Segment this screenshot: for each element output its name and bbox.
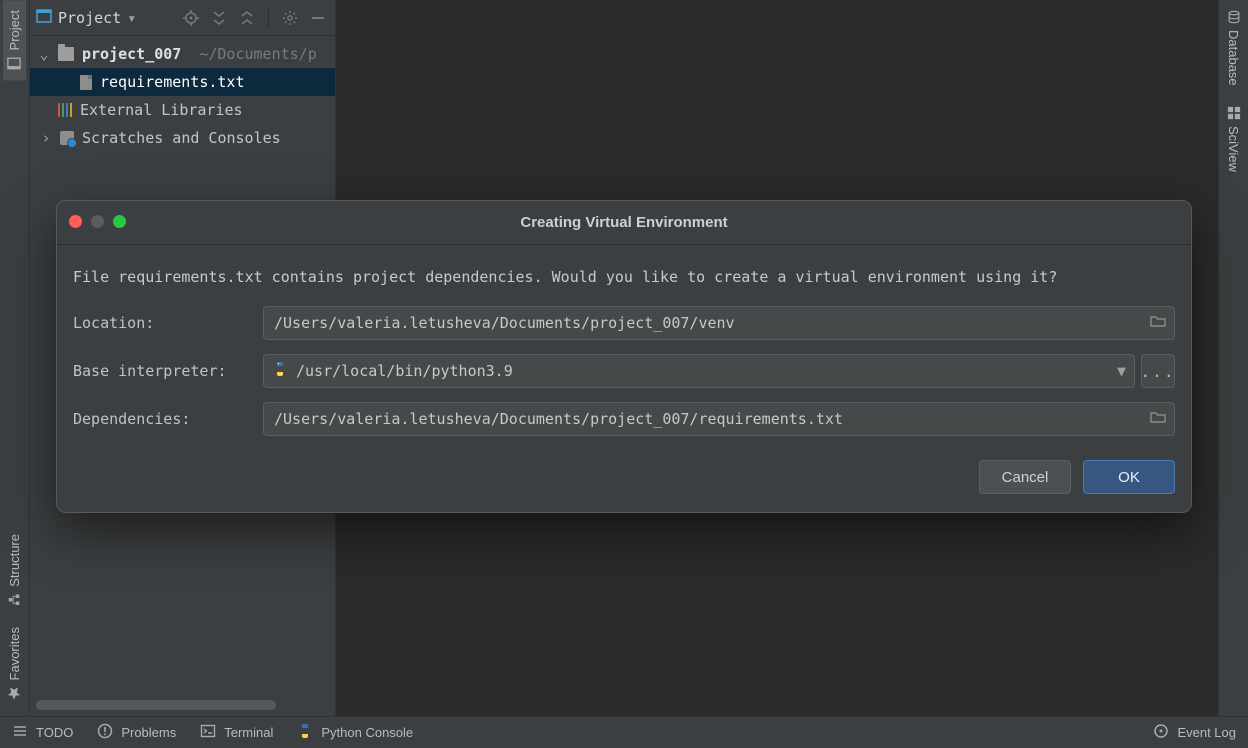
close-icon[interactable] [69,215,82,228]
dialog-body: File requirements.txt contains project d… [57,245,1191,512]
tree-external-libraries-label: External Libraries [80,101,243,119]
tool-tab-event-log-label: Event Log [1177,725,1236,740]
tool-tab-python-console[interactable]: Python Console [285,717,425,748]
tool-tab-python-console-label: Python Console [321,725,413,740]
input-dependencies[interactable]: /Users/valeria.letusheva/Documents/proje… [263,402,1175,436]
tool-tab-structure-placeholder [11,86,19,106]
tool-tab-structure-label: Structure [7,534,22,587]
dialog-create-venv: Creating Virtual Environment File requir… [56,200,1192,513]
tool-tab-favorites-label: Favorites [7,627,22,680]
scrollbar-thumb[interactable] [36,700,276,710]
input-location-value: /Users/valeria.letusheva/Documents/proje… [274,314,735,332]
cancel-button[interactable]: Cancel [979,460,1071,494]
tool-tab-sciview-label: SciView [1226,126,1241,172]
collapse-all-icon[interactable] [236,7,258,29]
tool-tab-terminal[interactable]: Terminal [188,717,285,748]
row-location: Location: /Users/valeria.letusheva/Docum… [73,306,1175,340]
dialog-title: Creating Virtual Environment [520,214,727,231]
terminal-icon [200,723,216,742]
libraries-icon [58,103,72,117]
combo-base-interpreter[interactable]: /usr/local/bin/python3.9 ▼ [263,354,1135,388]
file-icon [80,75,92,90]
tree-row-external-libraries[interactable]: External Libraries [30,96,335,124]
tool-tab-structure[interactable]: Structure [3,524,26,617]
label-dependencies: Dependencies: [73,410,263,428]
right-tool-strip: Database SciView [1218,0,1248,716]
python-icon [272,361,288,381]
structure-icon [8,593,22,607]
scratches-icon [60,131,74,145]
expand-all-icon[interactable] [208,7,230,29]
window-controls [69,215,126,228]
chevron-down-icon[interactable]: ⌄ [38,45,50,63]
sciview-icon [1227,106,1241,120]
dialog-buttons: Cancel OK [73,450,1175,494]
ok-button[interactable]: OK [1083,460,1175,494]
project-view-icon [36,8,52,28]
tool-tab-sciview[interactable]: SciView [1222,96,1245,182]
minimize-icon [91,215,104,228]
row-base-interpreter: Base interpreter: /usr/local/bin/python3… [73,354,1175,388]
more-interpreters-button[interactable]: ... [1141,354,1175,388]
tool-tab-terminal-label: Terminal [224,725,273,740]
tool-tab-problems-label: Problems [121,725,176,740]
tree-scratches-label: Scratches and Consoles [82,129,281,147]
star-icon [8,686,22,700]
todo-icon [12,723,28,742]
label-base-interpreter: Base interpreter: [73,362,263,380]
label-location: Location: [73,314,263,332]
tool-tab-todo[interactable]: TODO [0,717,85,748]
tree-row-root[interactable]: ⌄ project_007 ~/Documents/p [30,40,335,68]
hide-icon[interactable] [307,7,329,29]
tool-tab-todo-label: TODO [36,725,73,740]
tool-tab-database-label: Database [1226,30,1241,86]
zoom-icon[interactable] [113,215,126,228]
tool-tab-database[interactable]: Database [1222,0,1245,96]
row-dependencies: Dependencies: /Users/valeria.letusheva/D… [73,402,1175,436]
event-log-icon [1153,723,1169,742]
ok-button-label: OK [1118,469,1140,486]
chevron-right-icon[interactable]: › [40,129,52,147]
folder-icon [58,47,74,61]
input-dependencies-value: /Users/valeria.letusheva/Documents/proje… [274,410,843,428]
tool-tab-event-log[interactable]: Event Log [1141,717,1248,748]
tree-root-name: project_007 [82,45,181,63]
combo-base-interpreter-value: /usr/local/bin/python3.9 [296,362,513,380]
tool-tab-project-label: Project [7,10,22,50]
browse-folder-icon[interactable] [1150,409,1166,429]
tool-tab-problems[interactable]: Problems [85,717,188,748]
browse-folder-icon[interactable] [1150,313,1166,333]
project-tool-header: Project ▾ [30,0,335,36]
bottom-tool-bar: TODO Problems Terminal Python Console Ev… [0,716,1248,748]
horizontal-scrollbar[interactable] [36,700,329,710]
tree-row-scratches[interactable]: › Scratches and Consoles [30,124,335,152]
tree-row-file-requirements[interactable]: requirements.txt [30,68,335,96]
dialog-titlebar[interactable]: Creating Virtual Environment [57,201,1191,245]
chevron-down-icon[interactable]: ▾ [127,9,136,27]
input-location[interactable]: /Users/valeria.letusheva/Documents/proje… [263,306,1175,340]
python-icon [297,723,313,742]
chevron-down-icon[interactable]: ▼ [1117,362,1126,380]
left-tool-strip: Project Structure Favorites [0,0,30,716]
problems-icon [97,723,113,742]
database-icon [1227,10,1241,24]
tree-file-name: requirements.txt [100,73,245,91]
cancel-button-label: Cancel [1002,469,1049,486]
tree-root-path: ~/Documents/p [199,45,316,63]
dialog-message: File requirements.txt contains project d… [73,267,1175,288]
project-window-icon [8,56,22,70]
tool-tab-favorites[interactable]: Favorites [3,617,26,710]
locate-icon[interactable] [180,7,202,29]
gear-icon[interactable] [279,7,301,29]
project-view-title[interactable]: Project [58,9,121,27]
tool-tab-project[interactable]: Project [3,0,26,80]
more-interpreters-label: ... [1141,362,1176,381]
